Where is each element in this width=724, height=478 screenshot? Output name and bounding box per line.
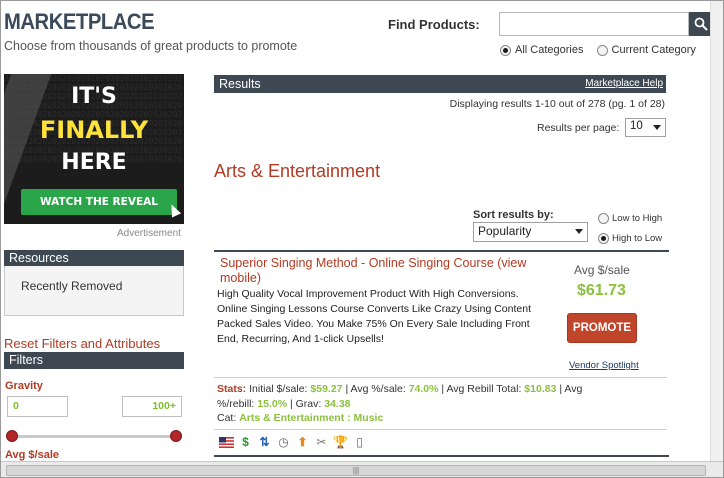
list-divider	[214, 250, 669, 252]
order-low-high: Low to High	[598, 213, 662, 224]
radio-current-category-label: Current Category	[611, 44, 696, 57]
page-title: MARKETPLACE	[4, 9, 155, 34]
stats-cat-value: Arts & Entertainment : Music	[239, 412, 384, 424]
tools-icon: ✂	[316, 435, 327, 449]
stats-grav-value: 34.38	[324, 397, 351, 410]
radio-all-categories[interactable]	[500, 44, 511, 56]
sort-label: Sort results by:	[473, 209, 554, 221]
radio-low-to-high-label: Low to High	[612, 213, 663, 224]
per-page-label: Results per page:	[537, 122, 620, 134]
stats-rebill-total-value: $10.83	[524, 383, 557, 395]
page-subtitle: Choose from thousands of great products …	[4, 39, 298, 53]
find-products-label: Find Products:	[388, 17, 480, 32]
filters-header: Filters	[4, 352, 184, 369]
marketplace-help-link[interactable]: Marketplace Help	[585, 78, 663, 90]
product-stats: Stats: Initial $/sale: $59.27 | Avg %/sa…	[217, 383, 583, 424]
results-header: Results Marketplace Help	[214, 75, 666, 93]
gravity-slider-track	[12, 435, 180, 438]
search-icon	[694, 17, 708, 31]
gravity-slider-max-handle[interactable]	[170, 430, 182, 442]
dollar-icon: $	[242, 435, 249, 449]
stats-rebill-pct-value: 15.0%	[257, 397, 288, 410]
us-flag-icon	[219, 435, 234, 450]
vertical-scrollbar[interactable]	[710, 1, 723, 461]
ad-watch-button[interactable]: WATCH THE REVEAL	[21, 189, 177, 215]
results-count: Displaying results 1-10 out of 278 (pg. …	[449, 98, 665, 110]
up-arrow-icon: ⬆	[297, 435, 308, 449]
product-description: High Quality Vocal Improvement Product W…	[217, 288, 531, 345]
vendor-spotlight-link[interactable]: Vendor Spotlight	[569, 360, 639, 371]
ad-caption: Advertisement	[117, 228, 181, 239]
stats-avg-pct-label: Avg %/sale:	[350, 383, 406, 395]
stats-rebill-total-label: Avg Rebill Total:	[446, 383, 522, 395]
chevron-down-icon	[653, 125, 661, 130]
search-input[interactable]	[499, 12, 689, 36]
gravity-min-input[interactable]: 0	[7, 396, 68, 417]
radio-low-to-high[interactable]	[598, 213, 609, 224]
per-page-value: 10	[630, 120, 643, 132]
product-divider	[214, 377, 667, 378]
sort-value: Popularity	[478, 224, 532, 238]
product-attribute-icons: $ ⇅ ◷ ⬆ ✂ 🏆 ▯	[219, 435, 367, 450]
stats-initial-value: $59.27	[310, 383, 343, 395]
promote-button[interactable]: PROMOTE	[567, 313, 637, 343]
clock-icon: ◷	[278, 435, 289, 449]
radio-high-to-low[interactable]	[598, 233, 609, 244]
product-avg-sale-label: Avg $/sale	[574, 263, 630, 277]
resources-panel: Recently Removed	[4, 266, 184, 316]
gravity-label: Gravity	[5, 380, 43, 392]
resources-header: Resources	[4, 250, 184, 267]
recently-removed-link[interactable]: Recently Removed	[21, 279, 122, 293]
product-title-link[interactable]: Superior Singing Method - Online Singing…	[220, 256, 530, 286]
gravity-max-input[interactable]: 100+	[122, 396, 182, 417]
stats-initial-label: Initial $/sale:	[249, 383, 308, 395]
gravity-slider-min-handle[interactable]	[6, 430, 18, 442]
stats-cat-label: Cat:	[217, 412, 237, 424]
recurring-icon: ⇅	[259, 435, 270, 449]
horizontal-scrollbar-thumb[interactable]: |||	[6, 465, 706, 476]
product-avg-sale-value: $61.73	[577, 282, 626, 299]
sort-select[interactable]: Popularity	[473, 222, 588, 242]
avg-sale-filter-label: Avg $/sale	[5, 449, 60, 461]
product-divider	[214, 429, 667, 430]
radio-all-categories-label: All Categories	[515, 44, 584, 57]
stats-label: Stats:	[217, 383, 247, 395]
list-divider	[214, 455, 669, 457]
advertisement-banner[interactable]: 2020202020202020202020202020202020202020…	[4, 74, 184, 224]
mobile-icon: ▯	[356, 435, 363, 449]
filters-panel: Gravity 0 100+ Avg $/sale	[4, 369, 184, 469]
browser-frame: MARKETPLACE Choose from thousands of gre…	[0, 0, 724, 478]
per-page-select[interactable]: 10	[625, 118, 666, 137]
ad-headline-2: FINALLY	[39, 116, 149, 144]
trophy-icon: 🏆	[333, 435, 348, 449]
search-scope: All Categories Current Category	[500, 44, 706, 56]
reset-filters-link[interactable]: Reset Filters and Attributes	[4, 336, 160, 351]
chevron-down-icon	[575, 229, 583, 234]
radio-current-category[interactable]	[596, 44, 608, 56]
ad-headline-1: IT'S	[71, 84, 117, 109]
horizontal-scrollbar[interactable]: |||	[1, 461, 723, 477]
stats-avg-pct-value: 74.0%	[408, 383, 439, 395]
order-high-low: High to Low	[598, 233, 662, 244]
ad-headline-3: HERE	[61, 150, 127, 175]
results-header-label: Results	[219, 77, 261, 91]
radio-high-to-low-label: High to Low	[612, 233, 663, 244]
category-title: Arts & Entertainment	[214, 161, 381, 181]
stats-grav-label: Grav:	[295, 397, 322, 410]
